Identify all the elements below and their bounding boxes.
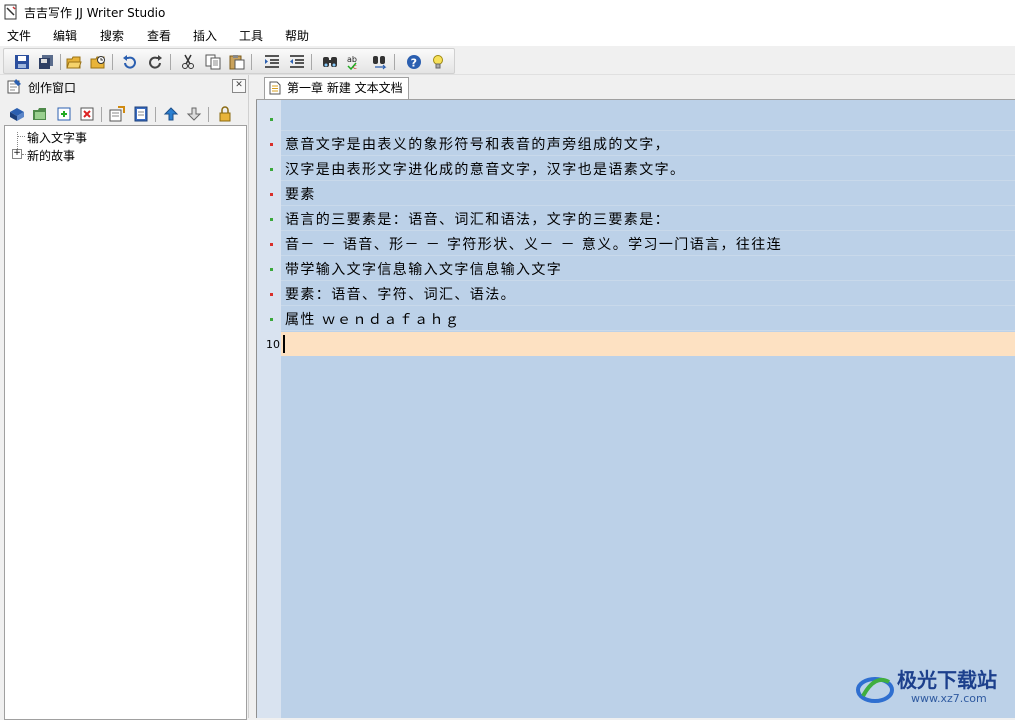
indent-icon[interactable] <box>263 53 281 71</box>
svg-text:?: ? <box>411 57 417 70</box>
tab-label: 第一章 新建 文本文档 <box>287 81 403 95</box>
text-editor[interactable]: 10 意音文字是由表义的象形符号和表音的声旁组成的文字， 汉字是由表形文字进化成… <box>256 100 1015 718</box>
lock-icon[interactable] <box>216 105 234 123</box>
watermark-url: www.xz7.com <box>911 692 987 705</box>
new-document-icon[interactable] <box>55 105 73 123</box>
menu-insert[interactable]: 插入 <box>191 27 219 44</box>
site-watermark: 极光下载站 www.xz7.com <box>855 660 1015 712</box>
watermark-logo-icon <box>856 677 894 703</box>
toolbar-separator <box>112 54 113 70</box>
text-caret <box>283 335 285 353</box>
menu-view[interactable]: 查看 <box>145 27 173 44</box>
text-line[interactable]: 语言的三要素是：语音、词汇和语法，文字的三要素是： <box>281 206 1015 231</box>
panel-header: 创作窗口 ✕ <box>0 75 250 97</box>
toolbar-separator <box>170 54 171 70</box>
toolbar-separator <box>394 54 395 70</box>
paste-icon[interactable] <box>228 53 246 71</box>
cut-icon[interactable] <box>179 53 197 71</box>
toolbar-separator <box>251 54 252 70</box>
creation-panel: 创作窗口 ✕ 输入文字事 + 新的故事 <box>0 75 250 720</box>
document-tab-strip: 第一章 新建 文本文档 <box>256 75 1015 100</box>
menu-file[interactable]: 文件 <box>5 27 33 44</box>
tree-connector <box>22 154 26 155</box>
title-bar: 吉吉写作 JJ Writer Studio <box>0 0 1015 24</box>
current-line[interactable] <box>281 332 1015 356</box>
spell-check-icon[interactable]: ab c <box>346 53 364 71</box>
gutter-mark-green <box>270 318 273 321</box>
menu-help[interactable]: 帮助 <box>283 27 311 44</box>
gutter-mark-green <box>270 218 273 221</box>
tree-item-new-story[interactable]: 新的故事 <box>27 147 75 164</box>
properties-icon[interactable] <box>108 105 126 123</box>
tip-icon[interactable] <box>429 53 447 71</box>
text-line[interactable]: 意音文字是由表义的象形符号和表音的声旁组成的文字， <box>281 131 1015 156</box>
toolbar-separator <box>311 54 312 70</box>
toolbar-separator <box>60 54 61 70</box>
panel-toolbar <box>0 103 250 125</box>
undo-icon[interactable] <box>120 53 138 71</box>
open-icon[interactable] <box>65 53 83 71</box>
watermark-text: 极光下载站 <box>897 668 997 692</box>
text-line[interactable]: 音－ － 语音、形－ － 字符形状、义－ － 意义。学习一门语言，往往连 <box>281 231 1015 256</box>
save-all-icon[interactable] <box>37 53 55 71</box>
move-up-icon[interactable] <box>162 105 180 123</box>
gutter-mark-green <box>270 118 273 121</box>
text-line[interactable]: 要素：语音、字符、词汇、语法。 <box>281 281 1015 306</box>
project-tree: 输入文字事 + 新的故事 <box>4 125 247 720</box>
replace-icon[interactable] <box>371 53 389 71</box>
move-down-icon[interactable] <box>185 105 203 123</box>
toolbar-separator <box>208 107 209 122</box>
menu-search[interactable]: 搜索 <box>98 27 126 44</box>
editor-text-area[interactable]: 意音文字是由表义的象形符号和表音的声旁组成的文字， 汉字是由表形文字进化成的意音… <box>281 100 1015 718</box>
text-line[interactable]: 带学输入文字信息输入文字信息输入文字 <box>281 256 1015 281</box>
panel-close-button[interactable]: ✕ <box>232 79 246 93</box>
save-icon[interactable] <box>13 53 31 71</box>
writing-window-icon <box>7 79 21 94</box>
gutter-mark-green <box>270 168 273 171</box>
find-icon[interactable] <box>321 53 339 71</box>
copy-icon[interactable] <box>204 53 222 71</box>
text-line[interactable] <box>281 106 1015 131</box>
line-gutter: 10 <box>257 100 281 718</box>
app-logo-icon <box>4 4 17 20</box>
text-line[interactable]: 属性 ｗｅｎｄａｆａｈｇ <box>281 306 1015 331</box>
tree-item-input-text[interactable]: 输入文字事 <box>27 129 87 146</box>
gutter-mark-red <box>270 143 273 146</box>
outdent-icon[interactable] <box>288 53 306 71</box>
panel-title: 创作窗口 <box>28 81 77 95</box>
open-recent-icon[interactable] <box>89 53 107 71</box>
toolbar-strip: ab c ? <box>3 48 455 74</box>
new-book-icon[interactable] <box>8 105 26 123</box>
text-line[interactable]: 汉字是由表形文字进化成的意音文字，汉字也是语素文字。 <box>281 156 1015 181</box>
gutter-mark-red <box>270 243 273 246</box>
menu-tools[interactable]: 工具 <box>237 27 265 44</box>
tree-connector <box>17 136 25 137</box>
main-toolbar: ab c ? <box>0 46 1015 75</box>
tree-expander-icon[interactable]: + <box>12 149 22 159</box>
panel-splitter[interactable] <box>248 75 255 718</box>
gutter-mark-red <box>270 293 273 296</box>
notebook-icon[interactable] <box>132 105 150 123</box>
menu-bar: 文件 编辑 搜索 查看 插入 工具 帮助 <box>0 24 1015 46</box>
help-icon[interactable]: ? <box>405 53 423 71</box>
document-icon <box>269 81 281 95</box>
redo-icon[interactable] <box>147 53 165 71</box>
text-line[interactable]: 要素 <box>281 181 1015 206</box>
tab-chapter-one[interactable]: 第一章 新建 文本文档 <box>264 77 409 99</box>
delete-icon[interactable] <box>78 105 96 123</box>
new-folder-icon[interactable] <box>31 105 49 123</box>
toolbar-separator <box>101 107 102 122</box>
gutter-mark-red <box>270 193 273 196</box>
gutter-mark-green <box>270 268 273 271</box>
toolbar-separator <box>155 107 156 122</box>
current-line-number: 10 <box>266 338 280 351</box>
window-title: 吉吉写作 JJ Writer Studio <box>24 6 166 20</box>
menu-edit[interactable]: 编辑 <box>51 27 79 44</box>
